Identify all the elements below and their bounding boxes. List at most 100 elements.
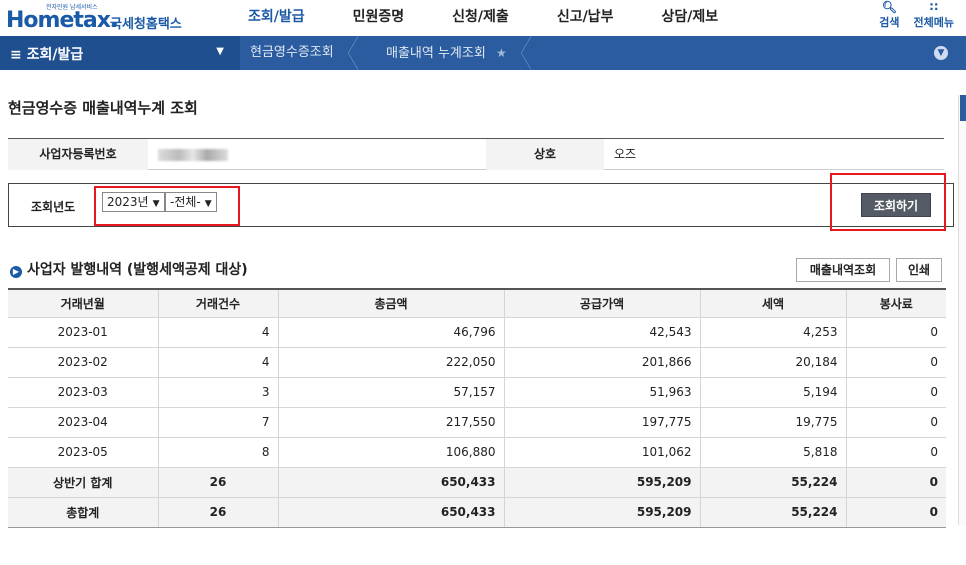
cell-total: 650,433	[278, 467, 505, 498]
scrollbar-thumb[interactable]	[960, 95, 966, 121]
bizno-masked	[158, 149, 228, 161]
cell-total: 222,050	[278, 347, 505, 378]
col-header-tax: 세액	[700, 289, 847, 318]
all-menu-tool[interactable]: ∷ 전체메뉴	[914, 0, 954, 30]
table-header-row: 거래년월 거래건수 총금액 공급가액 세액 봉사료	[8, 289, 946, 318]
print-button[interactable]: 인쇄	[896, 258, 942, 282]
table-row: 2023-02 4 222,050 201,866 20,184 0	[8, 347, 946, 378]
cell-supply: 42,543	[504, 317, 701, 348]
side-scrollbar[interactable]	[958, 95, 966, 525]
cell-supply: 101,062	[504, 437, 701, 468]
year-select[interactable]: 2023년 ▼	[102, 192, 165, 212]
cell-tax: 5,818	[700, 437, 847, 468]
subtotal-row: 상반기 합계 26 650,433 595,209 55,224 0	[8, 467, 946, 498]
cell-month: 2023-04	[8, 407, 159, 438]
chevron-down-icon: ▼	[204, 199, 212, 209]
name-label: 상호	[486, 139, 604, 170]
year-select-value: 2023년	[107, 195, 149, 209]
cell-supply: 197,775	[504, 407, 701, 438]
main-nav: 조회/발급 민원증명 신청/제출 신고/납부 상담/제보	[248, 6, 766, 30]
section-title-text: 사업자 발행내역 (발행세액공제 대상)	[27, 262, 248, 278]
table-row: 2023-04 7 217,550 197,775 19,775 0	[8, 407, 946, 438]
cell-tax: 5,194	[700, 377, 847, 408]
col-header-count: 거래건수	[158, 289, 279, 318]
cell-count: 3	[158, 377, 279, 408]
breadcrumb-label: 현금영수증조회	[250, 45, 334, 60]
section-title: ▶ 사업자 발행내역 (발행세액공제 대상)	[10, 259, 248, 279]
cell-total: 57,157	[278, 377, 505, 408]
cell-tax: 4,253	[700, 317, 847, 348]
cell-count: 8	[158, 437, 279, 468]
cell-tax: 55,224	[700, 467, 847, 498]
col-header-service: 봉사료	[846, 289, 946, 318]
cell-tax: 20,184	[700, 347, 847, 378]
cell-count: 26	[158, 467, 279, 498]
header-tools: 🔍︎ 검색 ∷ 전체메뉴	[879, 0, 954, 30]
col-header-total: 총금액	[278, 289, 505, 318]
nav-apply-submit[interactable]: 신청/제출	[452, 6, 509, 30]
nav-report-pay[interactable]: 신고/납부	[557, 6, 614, 30]
cell-count: 4	[158, 347, 279, 378]
total-row: 총합계 26 650,433 595,209 55,224 0	[8, 497, 946, 528]
cell-count: 4	[158, 317, 279, 348]
table-row: 2023-05 8 106,880 101,062 5,818 0	[8, 437, 946, 468]
cell-month: 2023-01	[8, 317, 159, 348]
nav-consult[interactable]: 상담/제보	[661, 6, 718, 30]
business-info-table: 사업자등록번호 상호 오즈	[8, 138, 944, 170]
cell-service: 0	[846, 437, 946, 468]
menu-bar: ≡ 조회/발급 ▼ 현금영수증조회 매출내역 누계조회 ★ ▼	[0, 36, 966, 70]
bizno-value	[158, 139, 478, 170]
cell-supply: 51,963	[504, 377, 701, 408]
search-icon: 🔍︎	[881, 0, 897, 14]
menu-dropdown[interactable]: ≡ 조회/발급 ▼	[0, 36, 240, 70]
col-header-month: 거래년월	[8, 289, 159, 318]
cell-total: 46,796	[278, 317, 505, 348]
grid-menu-icon: ∷	[929, 0, 938, 14]
cell-month: 2023-03	[8, 377, 159, 408]
chevron-down-icon: ▼	[216, 46, 224, 57]
sales-detail-button[interactable]: 매출내역조회	[796, 258, 890, 282]
cell-service: 0	[846, 497, 946, 528]
cell-service: 0	[846, 377, 946, 408]
cell-month: 상반기 합계	[8, 467, 159, 498]
chevron-down-circle-icon[interactable]: ▼	[934, 46, 948, 60]
cell-service: 0	[846, 407, 946, 438]
cell-tax: 55,224	[700, 497, 847, 528]
all-menu-label: 전체메뉴	[913, 16, 954, 29]
top-header: 전자민원 납세서비스 Hometax. 국세청홈택스 조회/발급 민원증명 신청…	[0, 0, 966, 36]
search-tool[interactable]: 🔍︎ 검색	[879, 0, 899, 30]
cell-month: 총합계	[8, 497, 159, 528]
nav-inquiry-issue[interactable]: 조회/발급	[248, 6, 305, 30]
cell-total: 650,433	[278, 497, 505, 528]
period-select-value: -전체-	[170, 195, 201, 209]
chevron-right-icon	[347, 36, 358, 70]
menu-label: ≡ 조회/발급	[10, 47, 84, 63]
breadcrumb-label: 매출내역 누계조회	[386, 46, 486, 61]
search-button[interactable]: 조회하기	[861, 193, 931, 217]
cell-month: 2023-05	[8, 437, 159, 468]
col-header-supply: 공급가액	[504, 289, 701, 318]
cell-total: 106,880	[278, 437, 505, 468]
cell-service: 0	[846, 347, 946, 378]
nav-certificates[interactable]: 민원증명	[353, 6, 405, 30]
star-icon[interactable]: ★	[496, 46, 507, 60]
chevron-down-icon: ▼	[152, 199, 160, 209]
year-label: 조회년도	[31, 200, 76, 214]
cell-tax: 19,775	[700, 407, 847, 438]
period-select[interactable]: -전체- ▼	[165, 192, 217, 212]
cell-month: 2023-02	[8, 347, 159, 378]
cell-supply: 595,209	[504, 467, 701, 498]
logo-korean: 국세청홈택스	[110, 17, 182, 32]
cell-count: 7	[158, 407, 279, 438]
cell-supply: 595,209	[504, 497, 701, 528]
breadcrumb-cash-receipt[interactable]: 현금영수증조회	[240, 36, 358, 70]
search-tool-label: 검색	[879, 16, 900, 29]
breadcrumb-sales-cumulative[interactable]: 매출내역 누계조회 ★	[376, 36, 531, 70]
logo-brand: Hometax.	[6, 8, 118, 33]
page-title: 현금영수증 매출내역누계 조회	[8, 99, 198, 117]
cell-service: 0	[846, 467, 946, 498]
cell-total: 217,550	[278, 407, 505, 438]
sales-table: 거래년월 거래건수 총금액 공급가액 세액 봉사료 2023-01 4 46,7…	[8, 288, 946, 528]
circle-arrow-icon: ▶	[10, 266, 22, 278]
bizno-label: 사업자등록번호	[8, 139, 148, 170]
